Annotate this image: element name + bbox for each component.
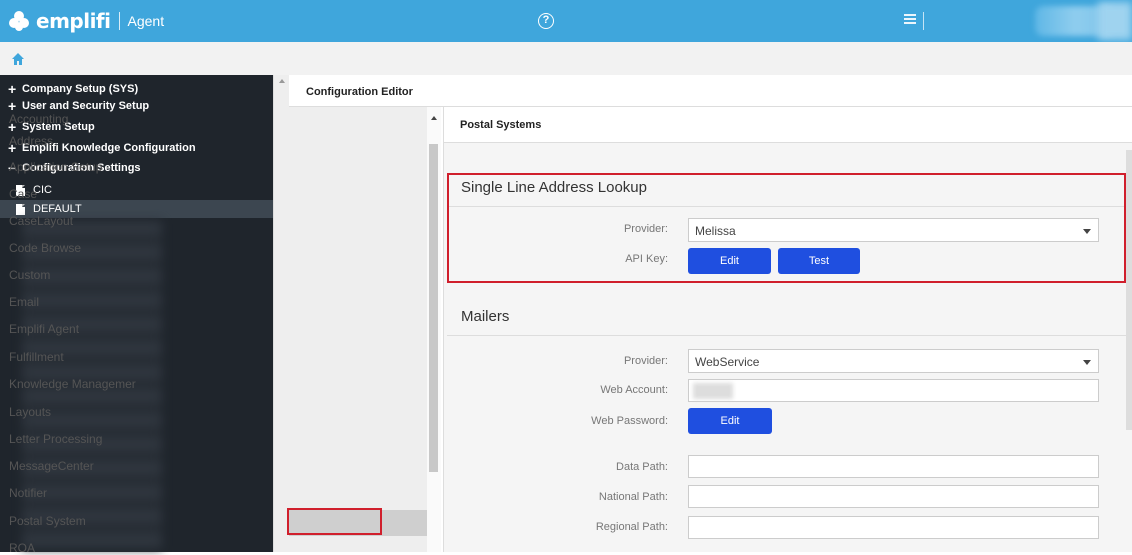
category-item-knowledge-managemer[interactable]: Knowledge Managemer	[9, 377, 136, 391]
category-item-letter-processing[interactable]: Letter Processing	[9, 432, 102, 446]
category-scroll-thumb[interactable]	[429, 144, 438, 472]
help-icon[interactable]: ?	[538, 13, 554, 29]
editor-title: Configuration Editor	[306, 86, 413, 98]
web-password-label: Web Password:	[591, 415, 668, 427]
nav-item-label: Company Setup (SYS)	[22, 83, 139, 95]
category-item-application-setup[interactable]: Application Setup	[9, 160, 102, 174]
category-item-fulfillment[interactable]: Fulfillment	[9, 350, 64, 364]
national-path-label: National Path:	[598, 491, 668, 503]
home-bar	[0, 42, 1132, 75]
category-item-accounting[interactable]: Accounting	[9, 112, 68, 126]
category-item-caselayout[interactable]: CaseLayout	[9, 214, 73, 228]
category-item-layouts[interactable]: Layouts	[9, 405, 51, 419]
scroll-up-icon[interactable]	[431, 116, 437, 120]
category-item-emplifi-agent[interactable]: Emplifi Agent	[9, 322, 79, 336]
expand-icon: +	[8, 81, 17, 97]
nav-child-cic[interactable]: CIC	[0, 181, 273, 199]
logo-separator	[118, 12, 120, 30]
data-path-label: Data Path:	[616, 461, 668, 473]
product-name: Agent	[127, 13, 165, 29]
panel-scrollbar[interactable]	[1126, 150, 1132, 430]
category-highlight-box	[287, 508, 382, 535]
single-line-highlight-box	[447, 173, 1126, 283]
nav-scrollbar[interactable]	[273, 75, 289, 552]
mailers-provider-select[interactable]: WebService	[688, 349, 1099, 373]
category-item-messagecenter[interactable]: MessageCenter	[9, 459, 94, 473]
regional-path-label: Regional Path:	[595, 521, 668, 533]
redacted-value	[693, 383, 733, 399]
menu-separator	[923, 12, 924, 30]
regional-path-input[interactable]	[688, 516, 1099, 539]
section-divider	[447, 335, 1126, 336]
web-account-input[interactable]	[688, 379, 1099, 402]
mailers-provider-label: Provider:	[623, 355, 668, 367]
category-item-postal-system[interactable]: Postal System	[9, 514, 86, 528]
user-menu[interactable]	[1098, 2, 1132, 40]
category-item-code-browse[interactable]: Code Browse	[9, 241, 81, 255]
category-item-email[interactable]: Email	[9, 295, 39, 309]
panel-header	[444, 107, 1132, 143]
category-item-custom[interactable]: Custom	[9, 268, 50, 282]
data-path-input[interactable]	[688, 455, 1099, 478]
panel-title: Postal Systems	[460, 119, 542, 131]
category-item-address[interactable]: Address	[9, 134, 53, 148]
nav-item-label: User and Security Setup	[22, 100, 150, 112]
menu-icon[interactable]	[904, 14, 916, 26]
editor-header	[289, 75, 1132, 107]
top-bar	[0, 0, 1132, 42]
national-path-input[interactable]	[688, 485, 1099, 508]
web-account-label: Web Account:	[600, 384, 668, 396]
category-item-roa[interactable]: ROA	[9, 541, 35, 555]
document-icon	[16, 203, 25, 215]
emplifi-logo-icon	[8, 10, 30, 32]
app-logo[interactable]: emplifi Agent	[8, 9, 164, 33]
category-item-case[interactable]: Case	[9, 187, 37, 201]
category-item-notifier[interactable]: Notifier	[9, 486, 47, 500]
select-value: WebService	[695, 355, 760, 369]
category-list	[289, 107, 427, 552]
expand-icon: +	[8, 98, 17, 114]
home-icon[interactable]	[12, 52, 24, 65]
mailers-section-title: Mailers	[461, 308, 510, 325]
brand-name: emplifi	[36, 9, 111, 33]
chevron-down-icon	[1083, 360, 1091, 365]
scroll-up-icon[interactable]	[279, 79, 285, 83]
web-password-edit-button[interactable]: Edit	[688, 408, 772, 434]
